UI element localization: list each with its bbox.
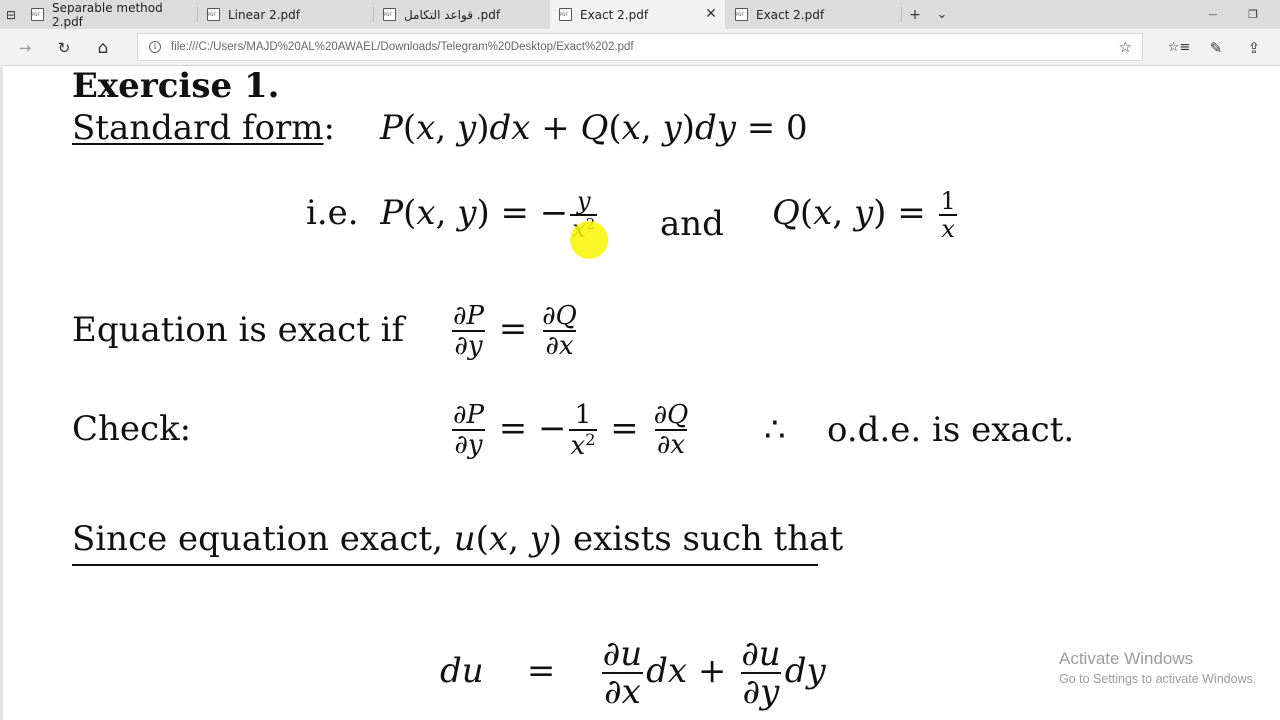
and-text: and [660,204,724,244]
activate-windows-watermark: Activate Windows Go to Settings to activ… [1059,649,1256,686]
tab-title: Separable method 2.pdf [52,0,163,29]
favorite-star-icon[interactable]: ☆ [1119,38,1132,56]
add-notes-icon[interactable]: ✎ [1197,29,1235,66]
tab-list-chevron-icon[interactable]: ⌄ [931,0,953,29]
address-url[interactable]: file:///C:/Users/MAJD%20AL%20AWAEL/Downl… [171,41,634,53]
forward-icon[interactable]: → [6,29,44,66]
du-equation: du = ∂u ∂x dx + ∂u ∂y dy [440,634,826,712]
refresh-icon[interactable]: ↻ [45,29,83,66]
pdf-file-icon [31,8,44,21]
ie-equation: i.e. P(x, y) = −yx2 [306,189,599,241]
favorites-hub-icon[interactable]: ☆≡ [1160,29,1198,66]
standard-form-label: Standard form [72,108,324,148]
watermark-subtitle: Go to Settings to activate Windows. [1059,672,1257,686]
tab-title: pdf. قواعد التكامل [404,7,501,22]
check-equation: ∂P ∂y = −1 x2 = ∂Q ∂x [452,400,689,461]
navigation-bar: → ↻ ⌂ i file:///C:/Users/MAJD%20AL%20AWA… [0,29,1280,66]
set-tabs-aside-icon[interactable]: ⊟ [0,0,22,29]
minimize-button[interactable]: — [1196,0,1230,29]
exactness-condition: ∂P ∂y = ∂Q ∂x [452,301,577,361]
exact-if-text: Equation is exact if [72,310,405,350]
tab-integration-rules[interactable]: pdf. قواعد التكامل [374,0,549,29]
pdf-file-icon [735,8,748,21]
tab-title: Exact 2.pdf [756,7,825,22]
ode-exact-text: o.d.e. is exact. [827,410,1075,450]
restore-button[interactable]: ❐ [1236,0,1270,29]
info-icon: i [149,41,161,53]
pointer-highlight [570,221,608,259]
tab-exact-active[interactable]: Exact 2.pdf ✕ [550,0,725,29]
home-icon[interactable]: ⌂ [84,29,122,66]
pdf-file-icon [207,8,220,21]
tab-strip: ⊟ Separable method 2.pdf Linear 2.pdf pd… [0,0,1280,29]
tab-linear[interactable]: Linear 2.pdf [198,0,373,29]
close-tab-icon[interactable]: ✕ [703,6,719,22]
check-label: Check: [72,409,192,449]
exercise-title: Exercise 1. [72,67,280,106]
pdf-file-icon [383,8,396,21]
watermark-title: Activate Windows [1059,649,1194,668]
since-exact-statement: Since equation exact, u(x, y) exists suc… [72,522,843,566]
tab-separable-method[interactable]: Separable method 2.pdf [22,0,197,29]
tab-title: Exact 2.pdf [580,7,649,22]
tab-title: Linear 2.pdf [228,7,301,22]
standard-form-row: Standard form: [72,108,335,148]
standard-form-equation: P(x, y)dx + Q(x, y)dy = 0 [380,108,808,148]
new-tab-button[interactable]: + [904,0,926,29]
pdf-document: Exercise 1. Standard form: P(x, y)dx + Q… [0,67,1280,720]
pdf-file-icon [559,8,572,21]
address-bar[interactable]: i file:///C:/Users/MAJD%20AL%20AWAEL/Dow… [137,33,1143,61]
tab-exact-2[interactable]: Exact 2.pdf [726,0,901,29]
share-icon[interactable]: ⇪ [1235,29,1273,66]
q-equation: Q(x, y) = 1x [772,187,957,243]
therefore-symbol: ∴ [764,410,786,450]
